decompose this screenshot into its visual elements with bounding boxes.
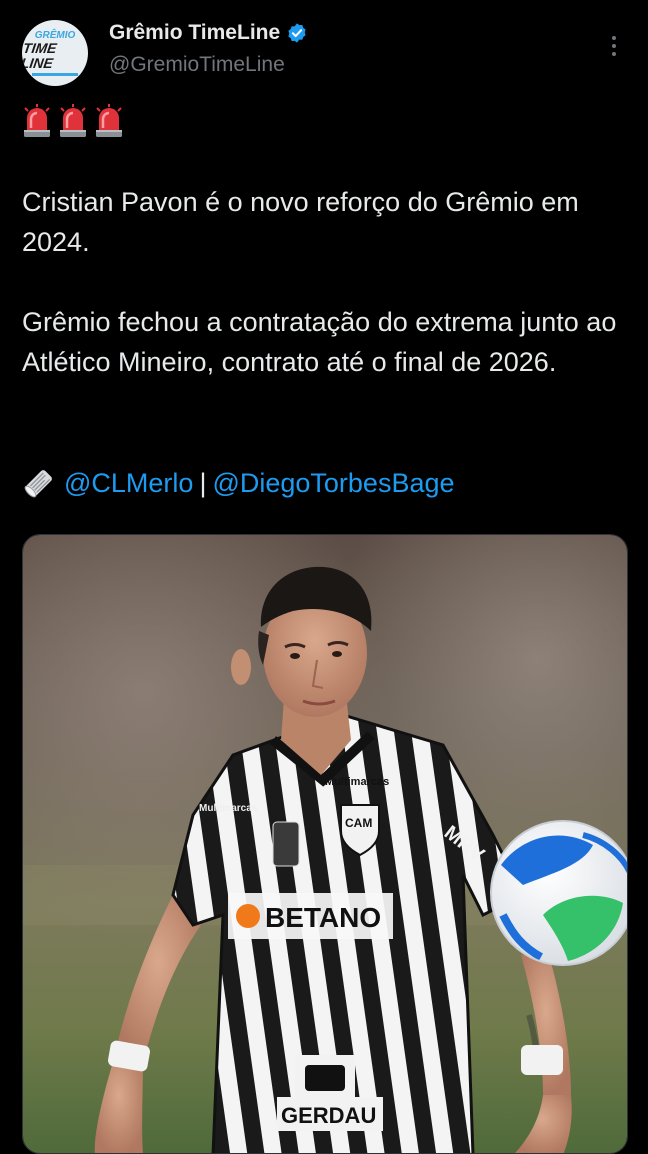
tweet-header: GRÊMIO TIME LINE Grêmio TimeLine @Gremio… — [0, 0, 648, 100]
tweet-paragraph-1: Cristian Pavon é o novo reforço do Grêmi… — [22, 187, 579, 257]
mention-separator: | — [199, 468, 207, 498]
avatar-logo-bar — [32, 72, 78, 76]
police-siren-icon — [60, 104, 86, 137]
mention-link[interactable]: @DiegoTorbesBage — [212, 463, 454, 503]
avatar[interactable]: GRÊMIO TIME LINE — [22, 20, 88, 86]
player-photo: BETANO CAM Multimarcas Multimarcas MRV G… — [23, 535, 627, 1153]
shorts-sponsor-text: GERDAU — [281, 1103, 376, 1128]
verified-badge-icon — [288, 23, 306, 43]
tweet-body: Cristian Pavon é o novo reforço do Grêmi… — [22, 182, 622, 382]
jersey-logo-text: Multimarcas — [325, 776, 389, 788]
tweet-paragraph-2: Grêmio fechou a contratação do extrema j… — [22, 307, 617, 377]
author-display-name[interactable]: Grêmio TimeLine — [109, 21, 280, 45]
police-siren-icon — [96, 104, 122, 137]
more-options-icon[interactable] — [604, 32, 624, 60]
author-name-row[interactable]: Grêmio TimeLine — [109, 21, 308, 45]
police-siren-icon — [24, 104, 50, 137]
crest-text: CAM — [345, 816, 372, 830]
sleeve-logo-text: Multimarcas — [199, 803, 258, 814]
credits-line: @CLMerlo | @DiegoTorbesBage — [22, 463, 455, 503]
author-handle[interactable]: @GremioTimeLine — [109, 53, 285, 77]
rolled-newspaper-icon — [24, 470, 52, 498]
avatar-logo-bottom: TIME LINE — [22, 39, 58, 71]
mention-link[interactable]: @CLMerlo — [64, 463, 193, 503]
avatar-logo-top: GRÊMIO — [34, 29, 76, 41]
tweet-media-image[interactable]: BETANO CAM Multimarcas Multimarcas MRV G… — [22, 534, 628, 1154]
jersey-sponsor-text: BETANO — [265, 902, 381, 933]
siren-emoji-row — [22, 104, 124, 138]
